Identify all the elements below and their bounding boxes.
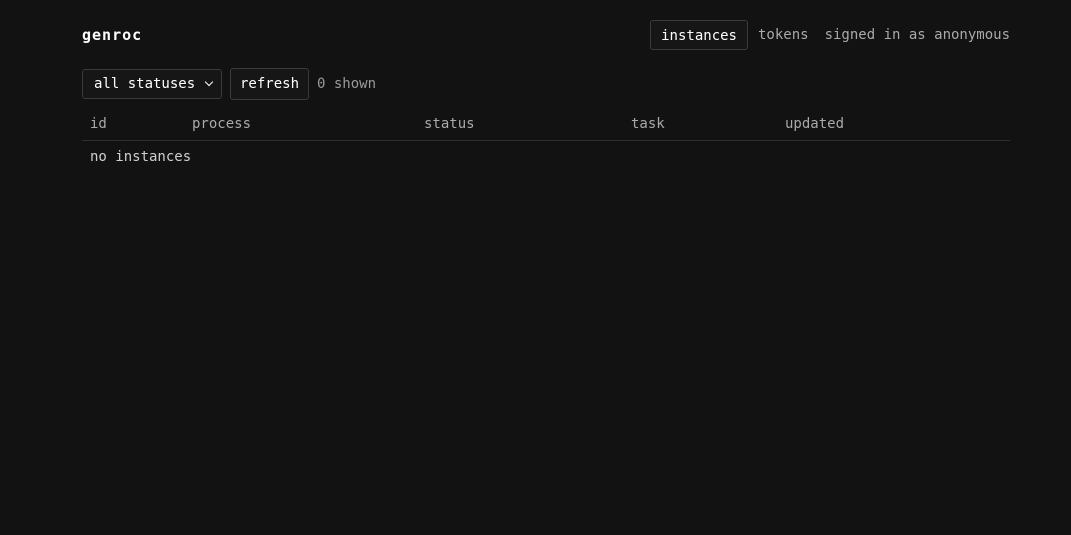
table-header: id process status task updated — [82, 108, 1010, 141]
shown-count: 0 shown — [317, 76, 377, 92]
instances-table: id process status task updated no instan… — [82, 108, 1010, 173]
column-header-task: task — [631, 116, 665, 132]
nav-instances[interactable]: instances — [650, 20, 748, 50]
signed-in-status: signed in as anonymous — [824, 27, 1010, 43]
top-nav: instances tokens signed in as anonymous — [650, 20, 1010, 50]
empty-state: no instances — [90, 149, 192, 165]
brand-logo[interactable]: genroc — [82, 26, 142, 44]
column-header-id: id — [90, 116, 107, 132]
refresh-button[interactable]: refresh — [230, 68, 310, 100]
chevron-down-icon — [204, 77, 214, 87]
app-header: genroc instances tokens signed in as ano… — [82, 19, 1010, 51]
toolbar: all statuses refresh 0 shown — [82, 68, 376, 100]
status-filter-select[interactable]: all statuses — [82, 69, 222, 99]
column-header-updated: updated — [785, 116, 845, 132]
status-filter-value: all statuses — [94, 76, 196, 92]
column-header-status: status — [424, 116, 475, 132]
nav-tokens[interactable]: tokens — [748, 20, 819, 50]
column-header-process: process — [192, 116, 252, 132]
